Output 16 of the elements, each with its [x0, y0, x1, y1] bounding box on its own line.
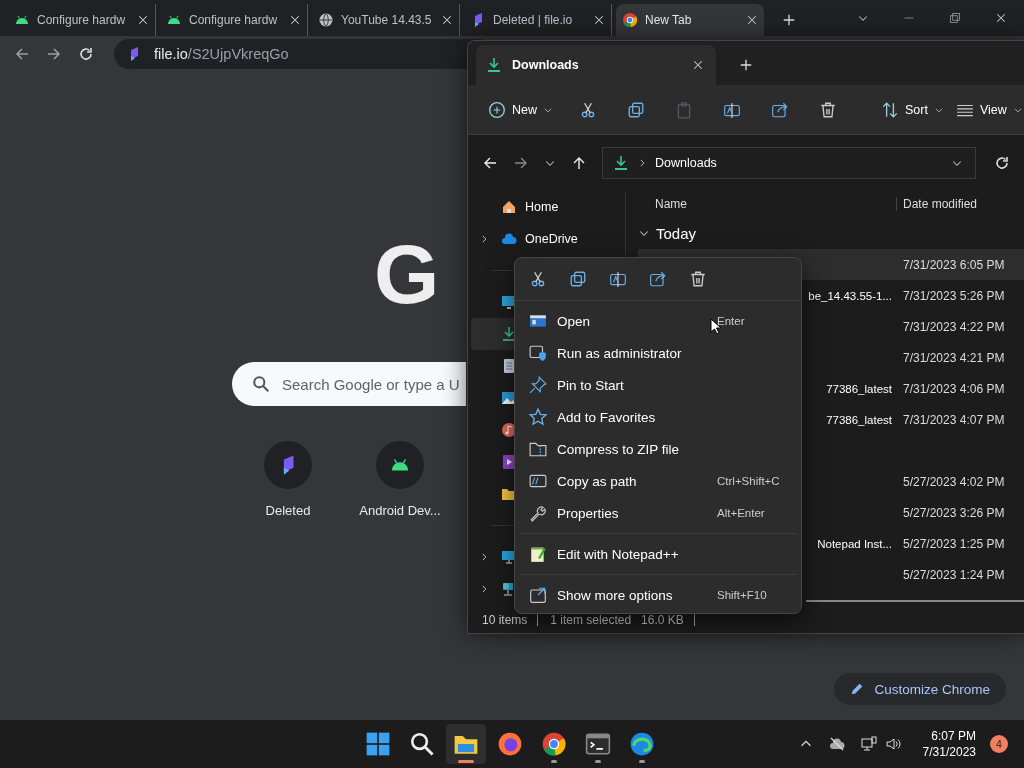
item-count: 10 items — [482, 612, 529, 627]
date-cell-text: 7/31/2023 5:26 PM — [902, 288, 1005, 303]
file-name: Notepad Inst... — [817, 537, 892, 550]
date-cell-text: 5/27/2023 1:25 PM — [902, 536, 1005, 551]
shortcut-hint: Enter — [717, 315, 746, 327]
file-name: be_14.43.55-1... — [808, 289, 892, 302]
shortcut-hint: Alt+Enter — [717, 507, 766, 519]
file-name: 77386_latest — [826, 413, 892, 426]
shortcut-hint: Ctrl+Shift+C — [717, 475, 781, 487]
date-cell-text: 5/27/2023 1:24 PM — [902, 567, 1005, 582]
date-cell-text: 7/31/2023 4:07 PM — [902, 412, 1005, 427]
date-cell-text: 7/31/2023 6:05 PM — [902, 257, 1005, 272]
shortcut-hint: Shift+F10 — [717, 589, 768, 601]
date-cell-text: 7/31/2023 4:06 PM — [902, 381, 1005, 396]
file-name: 77386_latest — [826, 382, 892, 395]
google-logo: G — [374, 232, 438, 316]
